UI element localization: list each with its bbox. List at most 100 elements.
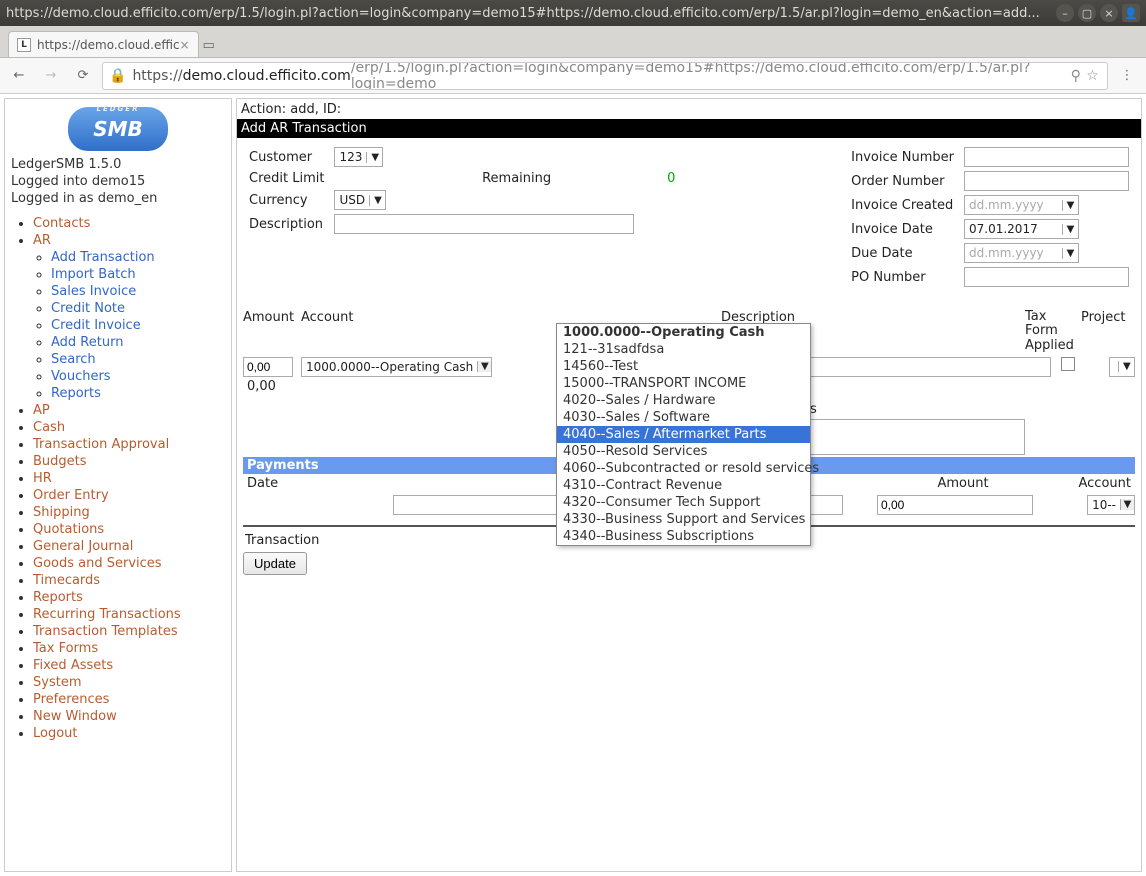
chevron-down-icon[interactable]: ▼ (1120, 499, 1134, 510)
sidebar-link[interactable]: AP (33, 403, 50, 418)
update-button[interactable]: Update (243, 552, 307, 575)
account-option[interactable]: 4020--Sales / Hardware (557, 392, 810, 409)
sidebar-link[interactable]: HR (33, 471, 52, 486)
po-number-input[interactable] (964, 267, 1129, 287)
due-date[interactable]: dd.mm.yyyy ▼ (964, 243, 1079, 263)
sidebar-link[interactable]: Timecards (33, 573, 100, 588)
sidebar-item: Timecards (33, 573, 225, 588)
bookmark-star-icon[interactable]: ☆ (1084, 68, 1101, 84)
description-label: Description (245, 213, 328, 235)
currency-select[interactable]: USD ▼ (334, 190, 386, 210)
account-option[interactable]: 121--31sadfdsa (557, 341, 810, 358)
account-dropdown[interactable]: 1000.0000--Operating Cash121--31sadfdsa1… (556, 323, 811, 546)
chevron-down-icon[interactable]: ▼ (477, 361, 491, 372)
sidebar-link[interactable]: Quotations (33, 522, 104, 537)
company-status: Logged into demo15 (11, 174, 225, 191)
window-root: https://demo.cloud.efficito.com/erp/1.5/… (0, 0, 1146, 876)
tab-title: https://demo.cloud.effic (37, 38, 180, 52)
sidebar-sublink[interactable]: Credit Note (51, 301, 125, 316)
chevron-down-icon[interactable]: ▼ (1062, 248, 1078, 259)
sidebar-link[interactable]: Goods and Services (33, 556, 162, 571)
payment-account-select[interactable]: 10-- ▼ (1087, 495, 1135, 515)
url-bar[interactable]: 🔒 https:// demo.cloud.efficito.com /erp/… (102, 62, 1108, 90)
sidebar-subitem: Add Transaction (51, 250, 225, 265)
sidebar-subitem: Sales Invoice (51, 284, 225, 299)
window-user-button[interactable]: 👤 (1122, 4, 1140, 22)
window-maximize-button[interactable]: ▢ (1078, 4, 1096, 22)
payment-amount-input[interactable] (877, 495, 1033, 515)
order-number-label: Order Number (847, 170, 958, 192)
account-option[interactable]: 4050--Resold Services (557, 443, 810, 460)
chevron-down-icon[interactable]: ▼ (1118, 361, 1134, 372)
browser-menu-button[interactable]: ⋮ (1114, 63, 1140, 89)
sidebar-link[interactable]: Transaction Templates (33, 624, 178, 639)
sidebar-link[interactable]: Preferences (33, 692, 109, 707)
line-amount-input[interactable] (243, 357, 293, 377)
sidebar-sublink[interactable]: Reports (51, 386, 101, 401)
sidebar-subitem: Import Batch (51, 267, 225, 282)
url-scheme: https:// (132, 68, 182, 84)
description-input[interactable] (334, 214, 634, 234)
chevron-down-icon[interactable]: ▼ (366, 152, 382, 163)
sidebar-sublink[interactable]: Import Batch (51, 267, 136, 282)
account-option[interactable]: 4330--Business Support and Services (557, 511, 810, 528)
pin-icon[interactable]: ⚲ (1067, 68, 1084, 84)
sidebar-sublink[interactable]: Vouchers (51, 369, 111, 384)
window-close-button[interactable]: × (1100, 4, 1118, 22)
customer-select[interactable]: 123 ▼ (334, 147, 383, 167)
sidebar-link[interactable]: AR (33, 233, 51, 248)
browser-tab[interactable]: L https://demo.cloud.effic × (8, 31, 199, 57)
new-tab-button[interactable]: ▭ (199, 38, 219, 57)
order-number-input[interactable] (964, 171, 1129, 191)
sidebar-item: General Journal (33, 539, 225, 554)
sidebar-sublink[interactable]: Credit Invoice (51, 318, 141, 333)
chevron-down-icon[interactable]: ▼ (369, 195, 385, 206)
project-select[interactable]: ▼ (1109, 357, 1135, 377)
account-option[interactable]: 4320--Consumer Tech Support (557, 494, 810, 511)
invoice-created-date[interactable]: dd.mm.yyyy ▼ (964, 195, 1079, 215)
invoice-date[interactable]: 07.01.2017 ▼ (964, 219, 1079, 239)
reload-button[interactable]: ⟳ (70, 63, 96, 89)
sidebar-item: Recurring Transactions (33, 607, 225, 622)
sidebar-link[interactable]: Tax Forms (33, 641, 98, 656)
sidebar-subitem: Search (51, 352, 225, 367)
sidebar-link[interactable]: Transaction Approval (33, 437, 169, 452)
sidebar-sublink[interactable]: Add Transaction (51, 250, 155, 265)
chevron-down-icon[interactable]: ▼ (1062, 224, 1078, 235)
col-payment-date: Date (243, 474, 333, 493)
sidebar-subitem: Reports (51, 386, 225, 401)
sidebar-link[interactable]: Fixed Assets (33, 658, 113, 673)
sidebar-link[interactable]: Contacts (33, 216, 90, 231)
chevron-down-icon[interactable]: ▼ (1062, 200, 1078, 211)
account-option[interactable]: 4040--Sales / Aftermarket Parts (557, 426, 810, 443)
account-option[interactable]: 4340--Business Subscriptions (557, 528, 810, 545)
tab-close-icon[interactable]: × (180, 38, 190, 52)
sidebar-link[interactable]: Recurring Transactions (33, 607, 181, 622)
sidebar-sublink[interactable]: Sales Invoice (51, 284, 136, 299)
line-account-select[interactable]: 1000.0000--Operating Cash ▼ (301, 357, 492, 377)
sidebar-link[interactable]: Order Entry (33, 488, 109, 503)
sidebar-link[interactable]: Reports (33, 590, 83, 605)
account-option[interactable]: 4310--Contract Revenue (557, 477, 810, 494)
invoice-date-label: Invoice Date (847, 218, 958, 240)
sidebar-link[interactable]: Shipping (33, 505, 90, 520)
sidebar-sublink[interactable]: Search (51, 352, 96, 367)
sidebar-link[interactable]: System (33, 675, 81, 690)
left-form: Customer 123 ▼ Credit Lim (243, 144, 845, 290)
invoice-number-input[interactable] (964, 147, 1129, 167)
account-option[interactable]: 15000--TRANSPORT INCOME (557, 375, 810, 392)
sidebar: LEDGER SMB LedgerSMB 1.5.0 Logged into d… (4, 98, 232, 872)
sidebar-link[interactable]: New Window (33, 709, 117, 724)
sidebar-link[interactable]: General Journal (33, 539, 133, 554)
back-button[interactable]: ← (6, 63, 32, 89)
sidebar-link[interactable]: Budgets (33, 454, 87, 469)
account-option[interactable]: 4060--Subcontracted or resold services (557, 460, 810, 477)
tax-form-checkbox[interactable] (1061, 357, 1075, 371)
sidebar-sublink[interactable]: Add Return (51, 335, 123, 350)
window-minimize-button[interactable]: – (1056, 4, 1074, 22)
sidebar-link[interactable]: Logout (33, 726, 78, 741)
account-option[interactable]: 14560--Test (557, 358, 810, 375)
sidebar-link[interactable]: Cash (33, 420, 65, 435)
account-option[interactable]: 4030--Sales / Software (557, 409, 810, 426)
account-option[interactable]: 1000.0000--Operating Cash (557, 324, 810, 341)
